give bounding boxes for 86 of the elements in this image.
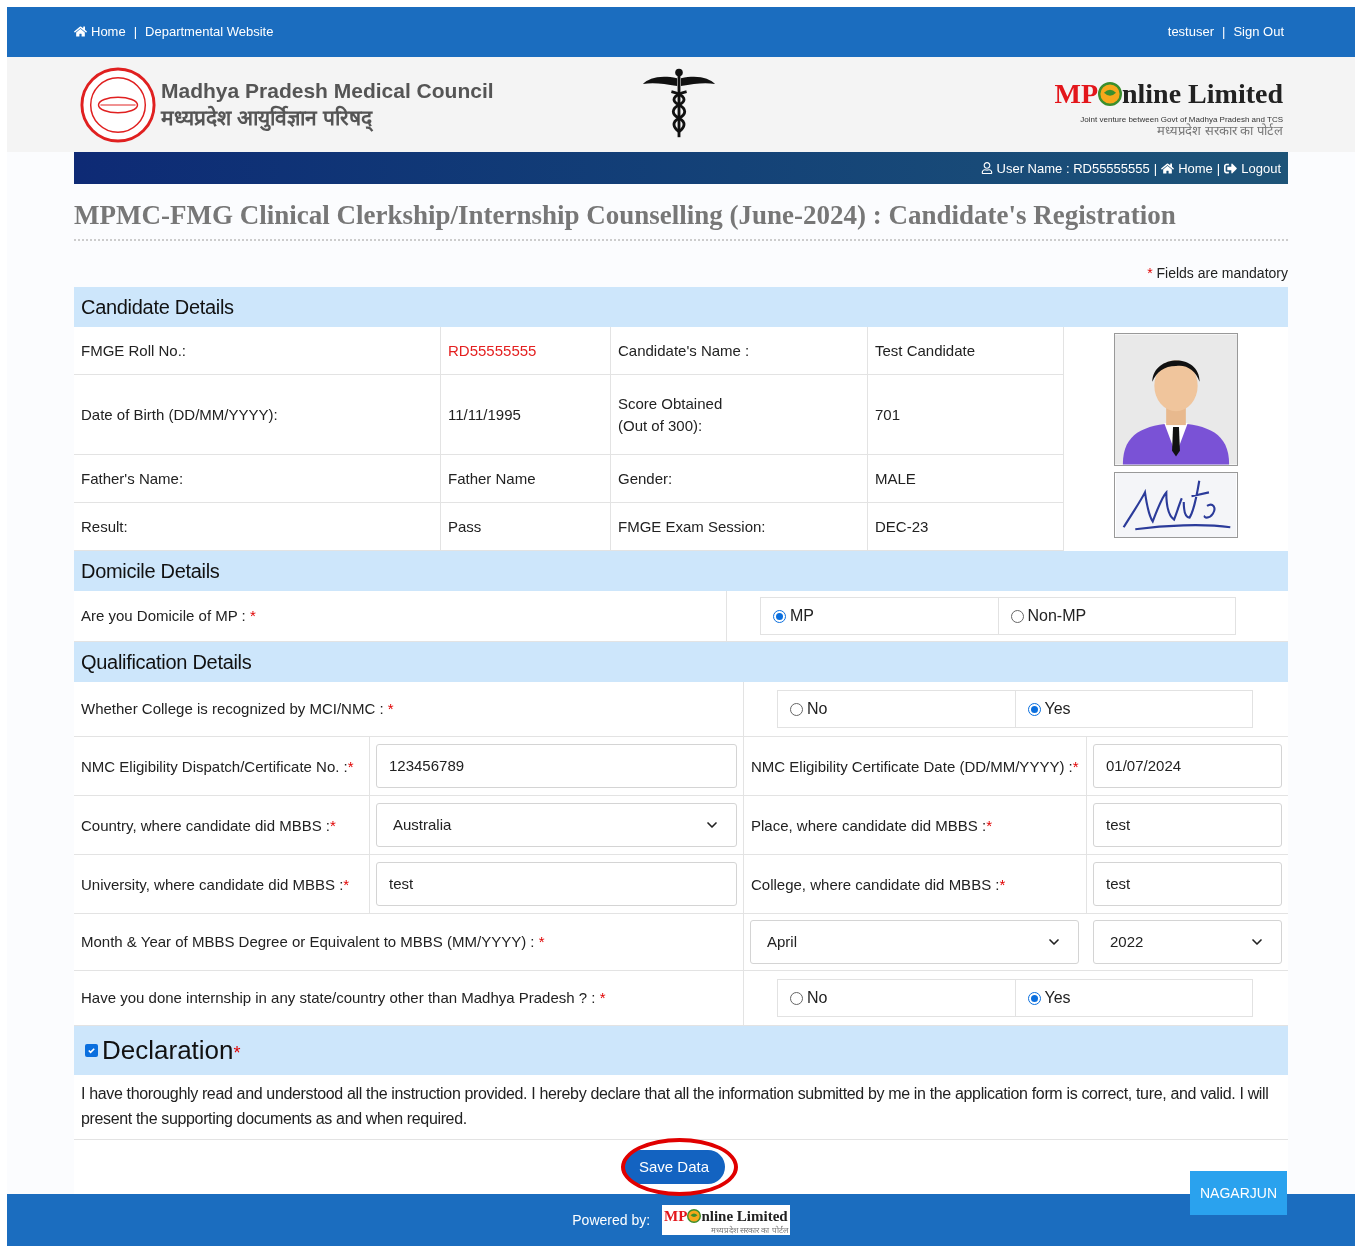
field-label: Country, where candidate did MBBS :*: [81, 815, 336, 836]
field-value: Pass: [448, 516, 482, 537]
field-value: DEC-23: [875, 516, 929, 537]
required-mark: *: [599, 989, 606, 1006]
required-mark: *: [343, 875, 350, 893]
question-text: Have you done internship in any state/country other than Madhya Pradesh ? : *: [81, 988, 606, 1008]
declaration-text: I have thoroughly read and understood all the instruction provided. I hereby declare that all the information submitted by me in the application form is correct, ture, and valid. I will present the supporting documents as and when required.: [81, 1084, 1270, 1130]
page-title: MPMC-FMG Clinical Clerkship/Internship Counselling (June-2024) : Candidate's Registration: [74, 199, 1177, 233]
input-field[interactable]: test: [1093, 803, 1282, 848]
declaration-heading: Declaration*: [102, 1034, 241, 1068]
required-mark: *: [330, 816, 336, 834]
question-text: Are you Domicile of MP : *: [81, 606, 256, 626]
required-mark: *: [387, 700, 394, 717]
section-header: Candidate Details: [74, 287, 1288, 328]
brand-hindi-text: मध्यप्रदेश सरकार का पोर्टल: [1157, 123, 1283, 137]
separator: |: [133, 23, 138, 42]
dropdown-select[interactable]: 2022: [1093, 920, 1282, 965]
separator: |: [1222, 23, 1226, 42]
home-link[interactable]: Home: [1161, 158, 1213, 178]
radio-button[interactable]: Yes: [1027, 986, 1071, 1011]
question-text: Whether College is recognized by MCI/NMC : *: [81, 699, 394, 719]
input-field[interactable]: test: [1093, 862, 1282, 907]
field-value: MALE: [875, 468, 916, 489]
field-value: 701: [875, 404, 901, 425]
field-value: Test Candidate: [875, 340, 976, 361]
field-value: 11/11/1995: [448, 404, 521, 425]
user-icon: [980, 162, 993, 175]
nav-link[interactable]: Home: [74, 22, 126, 42]
field-label: NMC Eligibility Certificate Date (DD/MM/YYYY) :*: [751, 756, 1079, 777]
field-label: Candidate's Name :: [618, 340, 750, 361]
home-icon: [1161, 161, 1175, 175]
question-text: Month & Year of MBBS Degree or Equivalent to MBBS (MM/YYYY) : *: [81, 932, 545, 952]
required-mark: *: [538, 933, 545, 950]
field-value: RD55555555: [448, 340, 537, 361]
logout-link[interactable]: Logout: [1224, 158, 1281, 178]
mandatory-note: * Fields are mandatory: [1147, 264, 1288, 284]
field-label: Result:: [81, 516, 128, 537]
dropdown-select[interactable]: April: [750, 920, 1079, 965]
brand-tagline: Joint venture between Govt of Madhya Pradesh and TCS: [1080, 114, 1283, 124]
input-field[interactable]: 01/07/2024: [1093, 744, 1282, 789]
user-name-text: User Name : RD55555555: [996, 159, 1150, 178]
council-name: Madhya Pradesh Medical Council: [161, 78, 494, 105]
sign-out-link[interactable]: Sign Out: [1233, 22, 1284, 42]
declaration-checkbox[interactable]: [85, 1044, 98, 1058]
brand-text: MP: [664, 1206, 688, 1226]
field-value: Father Name: [448, 468, 536, 489]
field-label: Place, where candidate did MBBS :*: [751, 815, 992, 836]
radio-button[interactable]: No: [790, 986, 828, 1011]
brand-hindi-text: मध्यप्रदेश सरकार का पोर्टल: [711, 1227, 788, 1236]
field-label: Father's Name:: [81, 468, 184, 489]
field-label: FMGE Exam Session:: [618, 516, 766, 537]
brand-text: MP: [1054, 76, 1098, 111]
council-seal-icon: [79, 65, 157, 144]
required-mark: *: [999, 875, 1006, 893]
checkmark-icon: [87, 1046, 96, 1056]
field-label: Score Obtained (Out of 300):: [618, 393, 723, 436]
radio-button[interactable]: No: [790, 697, 828, 722]
section-header: Qualification Details: [74, 642, 1288, 683]
field-label: College, where candidate did MBBS :*: [751, 874, 1006, 895]
radio-button[interactable]: MP: [773, 604, 814, 629]
brand-text: nline Limited: [701, 1206, 788, 1226]
brand-text: nline Limited: [1122, 76, 1283, 111]
radio-button[interactable]: Yes: [1027, 697, 1071, 722]
required-mark: *: [233, 1043, 241, 1064]
field-label: NMC Eligibility Dispatch/Certificate No. :*: [81, 756, 354, 777]
section-header: Domicile Details: [74, 551, 1288, 592]
field-label: Gender:: [618, 468, 673, 489]
globe-icon: [687, 1209, 702, 1224]
input-field[interactable]: test: [376, 862, 737, 907]
globe-icon: [1098, 81, 1122, 106]
dropdown-select[interactable]: Australia: [376, 803, 737, 848]
field-label: University, where candidate did MBBS :*: [81, 874, 350, 895]
user-link[interactable]: testuser: [1167, 22, 1214, 42]
field-label: Date of Birth (DD/MM/YYYY):: [81, 404, 278, 425]
logout-icon: [1224, 161, 1238, 175]
required-mark: *: [986, 816, 992, 834]
separator: |: [1216, 159, 1221, 178]
nav-link[interactable]: Departmental Website: [145, 22, 274, 42]
radio-button[interactable]: Non-MP: [1010, 604, 1087, 629]
separator: |: [1153, 159, 1158, 178]
field-label: FMGE Roll No.:: [81, 340, 186, 361]
powered-by-text: Powered by:: [572, 1210, 651, 1230]
council-name-hindi: मध्यप्रदेश आयुर्विज्ञान परिषद्: [161, 104, 494, 131]
home-icon: [74, 25, 87, 39]
input-field[interactable]: 123456789: [376, 744, 737, 789]
required-mark: *: [249, 607, 256, 624]
